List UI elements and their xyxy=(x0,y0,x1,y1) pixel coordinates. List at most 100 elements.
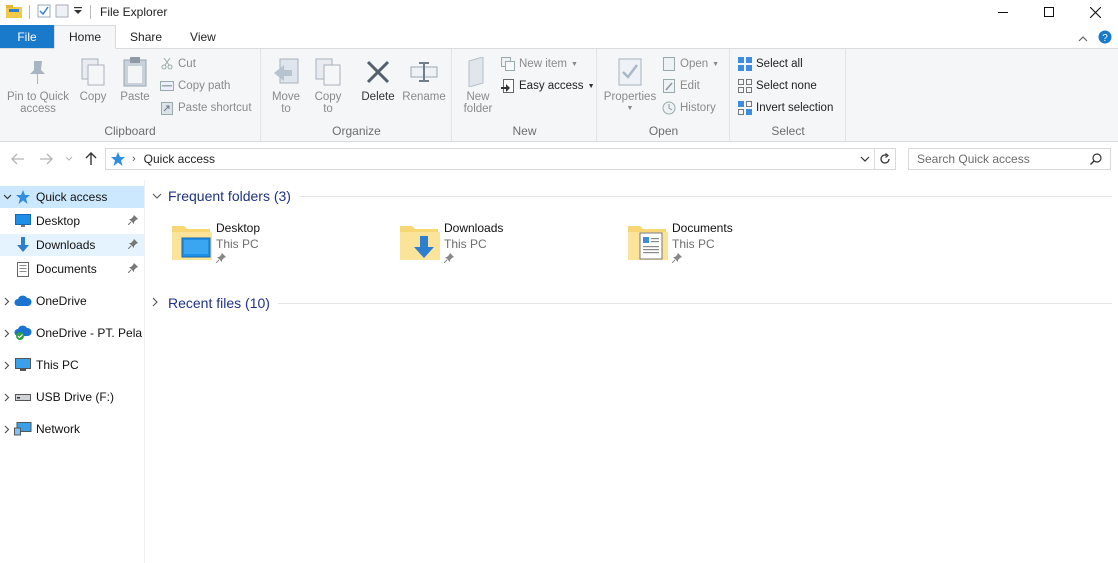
navigation-pane: Quick access Desktop Downloads Documents xyxy=(0,180,145,563)
maximize-button[interactable] xyxy=(1026,0,1072,24)
tab-view[interactable]: View xyxy=(176,25,230,48)
collapse-chevron-down-icon[interactable] xyxy=(152,191,166,202)
minimize-ribbon-chevron-icon[interactable] xyxy=(1078,32,1088,46)
recent-locations-chevron-icon xyxy=(65,156,73,161)
nav-item-documents[interactable]: Documents xyxy=(0,258,144,280)
nav-item-onedrive-business[interactable]: OneDrive - PT. Pela xyxy=(0,322,144,344)
onedrive-cloud-icon xyxy=(14,293,32,309)
new-item-label: New item xyxy=(519,58,567,70)
open-group: Properties ▼ Open ▼ Edit History Open xyxy=(598,49,730,141)
nav-item-this-pc[interactable]: This PC xyxy=(0,354,144,376)
nav-label-desktop: Desktop xyxy=(36,214,81,228)
invert-selection-icon xyxy=(738,101,752,115)
minimize-button[interactable] xyxy=(980,0,1026,24)
nav-label-onedrive: OneDrive xyxy=(36,294,87,308)
nav-item-quick-access[interactable]: Quick access xyxy=(0,186,144,208)
folder-location: This PC xyxy=(672,237,715,251)
nav-item-onedrive[interactable]: OneDrive xyxy=(0,290,144,312)
edit-label: Edit xyxy=(680,80,700,92)
new-folder-button[interactable]: New folder xyxy=(457,55,499,115)
new-item-dropdown-icon: ▼ xyxy=(570,60,578,68)
nav-item-usb-drive[interactable]: USB Drive (F:) xyxy=(0,386,144,408)
move-to-button[interactable]: Move to xyxy=(268,55,304,115)
pin-label: Pin to Quick access xyxy=(7,91,69,115)
forward-button[interactable] xyxy=(37,150,55,168)
paste-icon xyxy=(119,55,151,89)
tab-home[interactable]: Home xyxy=(54,25,117,49)
explorer-app-icon[interactable] xyxy=(6,4,22,21)
select-all-label: Select all xyxy=(756,58,803,70)
tab-file[interactable]: File xyxy=(0,25,54,48)
copy-to-button[interactable]: Copy to xyxy=(310,55,346,115)
recent-locations-button[interactable] xyxy=(62,150,76,168)
frequent-folders-header[interactable]: Frequent folders (3) xyxy=(152,188,1112,204)
recent-files-header[interactable]: Recent files (10) xyxy=(152,295,1112,311)
rename-button[interactable]: Rename xyxy=(402,55,446,103)
close-button[interactable] xyxy=(1072,0,1118,24)
new-item-button[interactable]: New item ▼ xyxy=(501,55,578,73)
expand-chevron-right-icon[interactable] xyxy=(0,425,14,434)
easy-access-button[interactable]: Easy access ▼ xyxy=(501,77,595,95)
back-button[interactable] xyxy=(9,150,27,168)
help-icon[interactable]: ? xyxy=(1098,30,1112,47)
tab-share[interactable]: Share xyxy=(116,25,176,48)
refresh-button[interactable] xyxy=(874,148,896,170)
edit-button[interactable]: Edit xyxy=(662,77,700,95)
select-all-button[interactable]: Select all xyxy=(738,55,803,73)
title-bar: File Explorer xyxy=(0,0,1118,24)
cut-button[interactable]: Cut xyxy=(160,55,196,73)
expand-chevron-right-icon[interactable] xyxy=(0,393,14,402)
search-input[interactable]: Search Quick access xyxy=(917,152,1030,166)
nav-item-network[interactable]: Network xyxy=(0,418,144,440)
copy-path-button[interactable]: Copy path xyxy=(160,77,230,95)
organize-group-label: Organize xyxy=(332,124,381,138)
new-folder-icon[interactable] xyxy=(55,4,69,21)
search-box[interactable]: Search Quick access xyxy=(908,148,1111,170)
address-dropdown-chevron-icon[interactable] xyxy=(860,156,870,163)
minimize-icon xyxy=(998,12,1008,13)
pinned-icon[interactable] xyxy=(671,252,682,266)
breadcrumb-separator-icon[interactable]: › xyxy=(132,153,136,165)
expand-chevron-right-icon[interactable] xyxy=(0,361,14,370)
paste-shortcut-button[interactable]: Paste shortcut xyxy=(160,99,252,117)
clipboard-group: Pin to Quick access Copy Paste Cut Copy … xyxy=(0,49,261,141)
address-path-text[interactable]: Quick access xyxy=(144,152,215,166)
pinned-icon[interactable] xyxy=(215,252,226,266)
pinned-icon[interactable] xyxy=(127,238,138,252)
window-title: File Explorer xyxy=(100,5,168,19)
folder-tile-documents[interactable]: Documents This PC xyxy=(602,220,822,270)
pinned-icon[interactable] xyxy=(127,262,138,276)
select-none-icon xyxy=(738,79,752,93)
history-button[interactable]: History xyxy=(662,99,716,117)
invert-selection-button[interactable]: Invert selection xyxy=(738,99,833,117)
nav-item-desktop[interactable]: Desktop xyxy=(0,210,144,232)
svg-text:?: ? xyxy=(1102,33,1108,44)
customize-qat-chevron-icon[interactable] xyxy=(73,5,83,19)
up-button[interactable] xyxy=(82,150,100,168)
paste-button[interactable]: Paste xyxy=(116,55,154,103)
folder-tile-desktop[interactable]: Desktop This PC xyxy=(146,220,366,270)
nav-label-network: Network xyxy=(36,422,81,436)
computer-monitor-icon xyxy=(14,357,32,373)
search-icon[interactable] xyxy=(1090,153,1102,165)
pinned-icon[interactable] xyxy=(127,214,138,228)
select-none-label: Select none xyxy=(756,80,817,92)
quick-access-toolbar xyxy=(0,4,94,21)
folder-tile-downloads[interactable]: Downloads This PC xyxy=(374,220,594,270)
network-icon xyxy=(14,421,32,437)
expand-chevron-right-icon[interactable] xyxy=(0,297,14,306)
select-none-button[interactable]: Select none xyxy=(738,77,817,95)
properties-dropdown-icon: ▼ xyxy=(626,105,634,112)
nav-item-downloads[interactable]: Downloads xyxy=(0,234,144,256)
expand-chevron-right-icon[interactable] xyxy=(152,297,166,310)
open-button[interactable]: Open ▼ xyxy=(662,55,719,73)
expand-chevron-down-icon[interactable] xyxy=(0,194,14,200)
pin-to-quick-access-button[interactable]: Pin to Quick access xyxy=(4,55,72,115)
delete-button[interactable]: Delete xyxy=(358,55,398,103)
expand-chevron-right-icon[interactable] xyxy=(0,329,14,338)
pinned-icon[interactable] xyxy=(443,252,454,266)
properties-button[interactable]: Properties ▼ xyxy=(602,55,658,115)
copy-button[interactable]: Copy xyxy=(76,55,110,103)
properties-icon[interactable] xyxy=(37,4,51,21)
address-bar[interactable]: › Quick access xyxy=(105,148,875,170)
